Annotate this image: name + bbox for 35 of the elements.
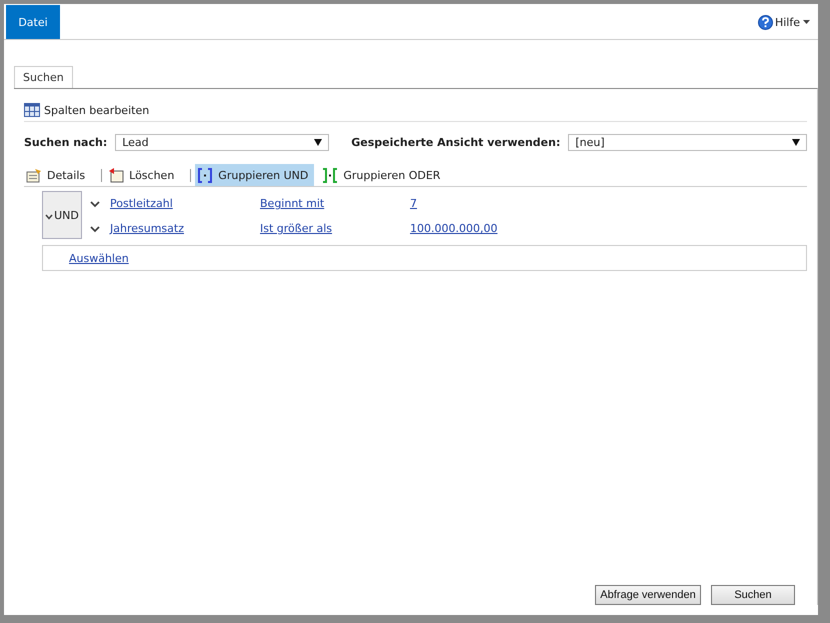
- help-menu[interactable]: Hilfe: [772, 16, 800, 28]
- group-operator[interactable]: UND: [42, 191, 82, 239]
- group-operator-label: UND: [54, 208, 79, 222]
- toolbar-button[interactable]: Details: [24, 164, 92, 186]
- dialog-button[interactable]: Abfrage verwenden: [595, 585, 701, 605]
- entity-dropdown[interactable]: Lead: [115, 134, 330, 150]
- chevron-down-icon[interactable]: [45, 214, 54, 220]
- tab[interactable]: Suchen: [14, 66, 73, 88]
- condition-value-link[interactable]: 100.000.000,00: [410, 222, 498, 235]
- help-icon[interactable]: [758, 14, 773, 30]
- brackets-icon: [197, 168, 214, 182]
- toolbar-button[interactable]: Löschen: [106, 164, 180, 186]
- dialog-button[interactable]: Suchen: [711, 585, 795, 605]
- view-dropdown[interactable]: [neu]: [568, 134, 807, 150]
- select-link[interactable]: Auswählen: [69, 252, 129, 264]
- toolbar-button[interactable]: Gruppieren ODER: [320, 164, 446, 186]
- condition-operator-link[interactable]: Beginnt mit: [260, 197, 410, 210]
- file-tab[interactable]: Datei: [6, 5, 60, 39]
- toolbar-button[interactable]: Gruppieren UND: [195, 164, 314, 186]
- condition-field-link[interactable]: Jahresumsatz: [110, 222, 260, 235]
- condition-value-link[interactable]: 7: [410, 197, 417, 210]
- chevron-down-icon[interactable]: [90, 200, 100, 208]
- field-label: Gespeicherte Ansicht verwenden:: [351, 136, 560, 148]
- field-label: Suchen nach:: [24, 136, 108, 148]
- caret-icon[interactable]: [803, 20, 810, 24]
- dropdown-arrow-icon: [314, 138, 322, 146]
- delete-icon: [108, 168, 124, 182]
- chevron-down-icon[interactable]: [90, 224, 100, 232]
- edit-columns-button[interactable]: Spalten bearbeiten: [44, 104, 150, 116]
- dropdown-arrow-icon: [792, 138, 800, 146]
- condition-field-link[interactable]: Postleitzahl: [110, 197, 260, 210]
- brackets-icon: [322, 168, 338, 182]
- table-icon: [24, 103, 40, 117]
- condition-operator-link[interactable]: Ist größer als: [260, 222, 410, 235]
- document-icon: [26, 168, 42, 182]
